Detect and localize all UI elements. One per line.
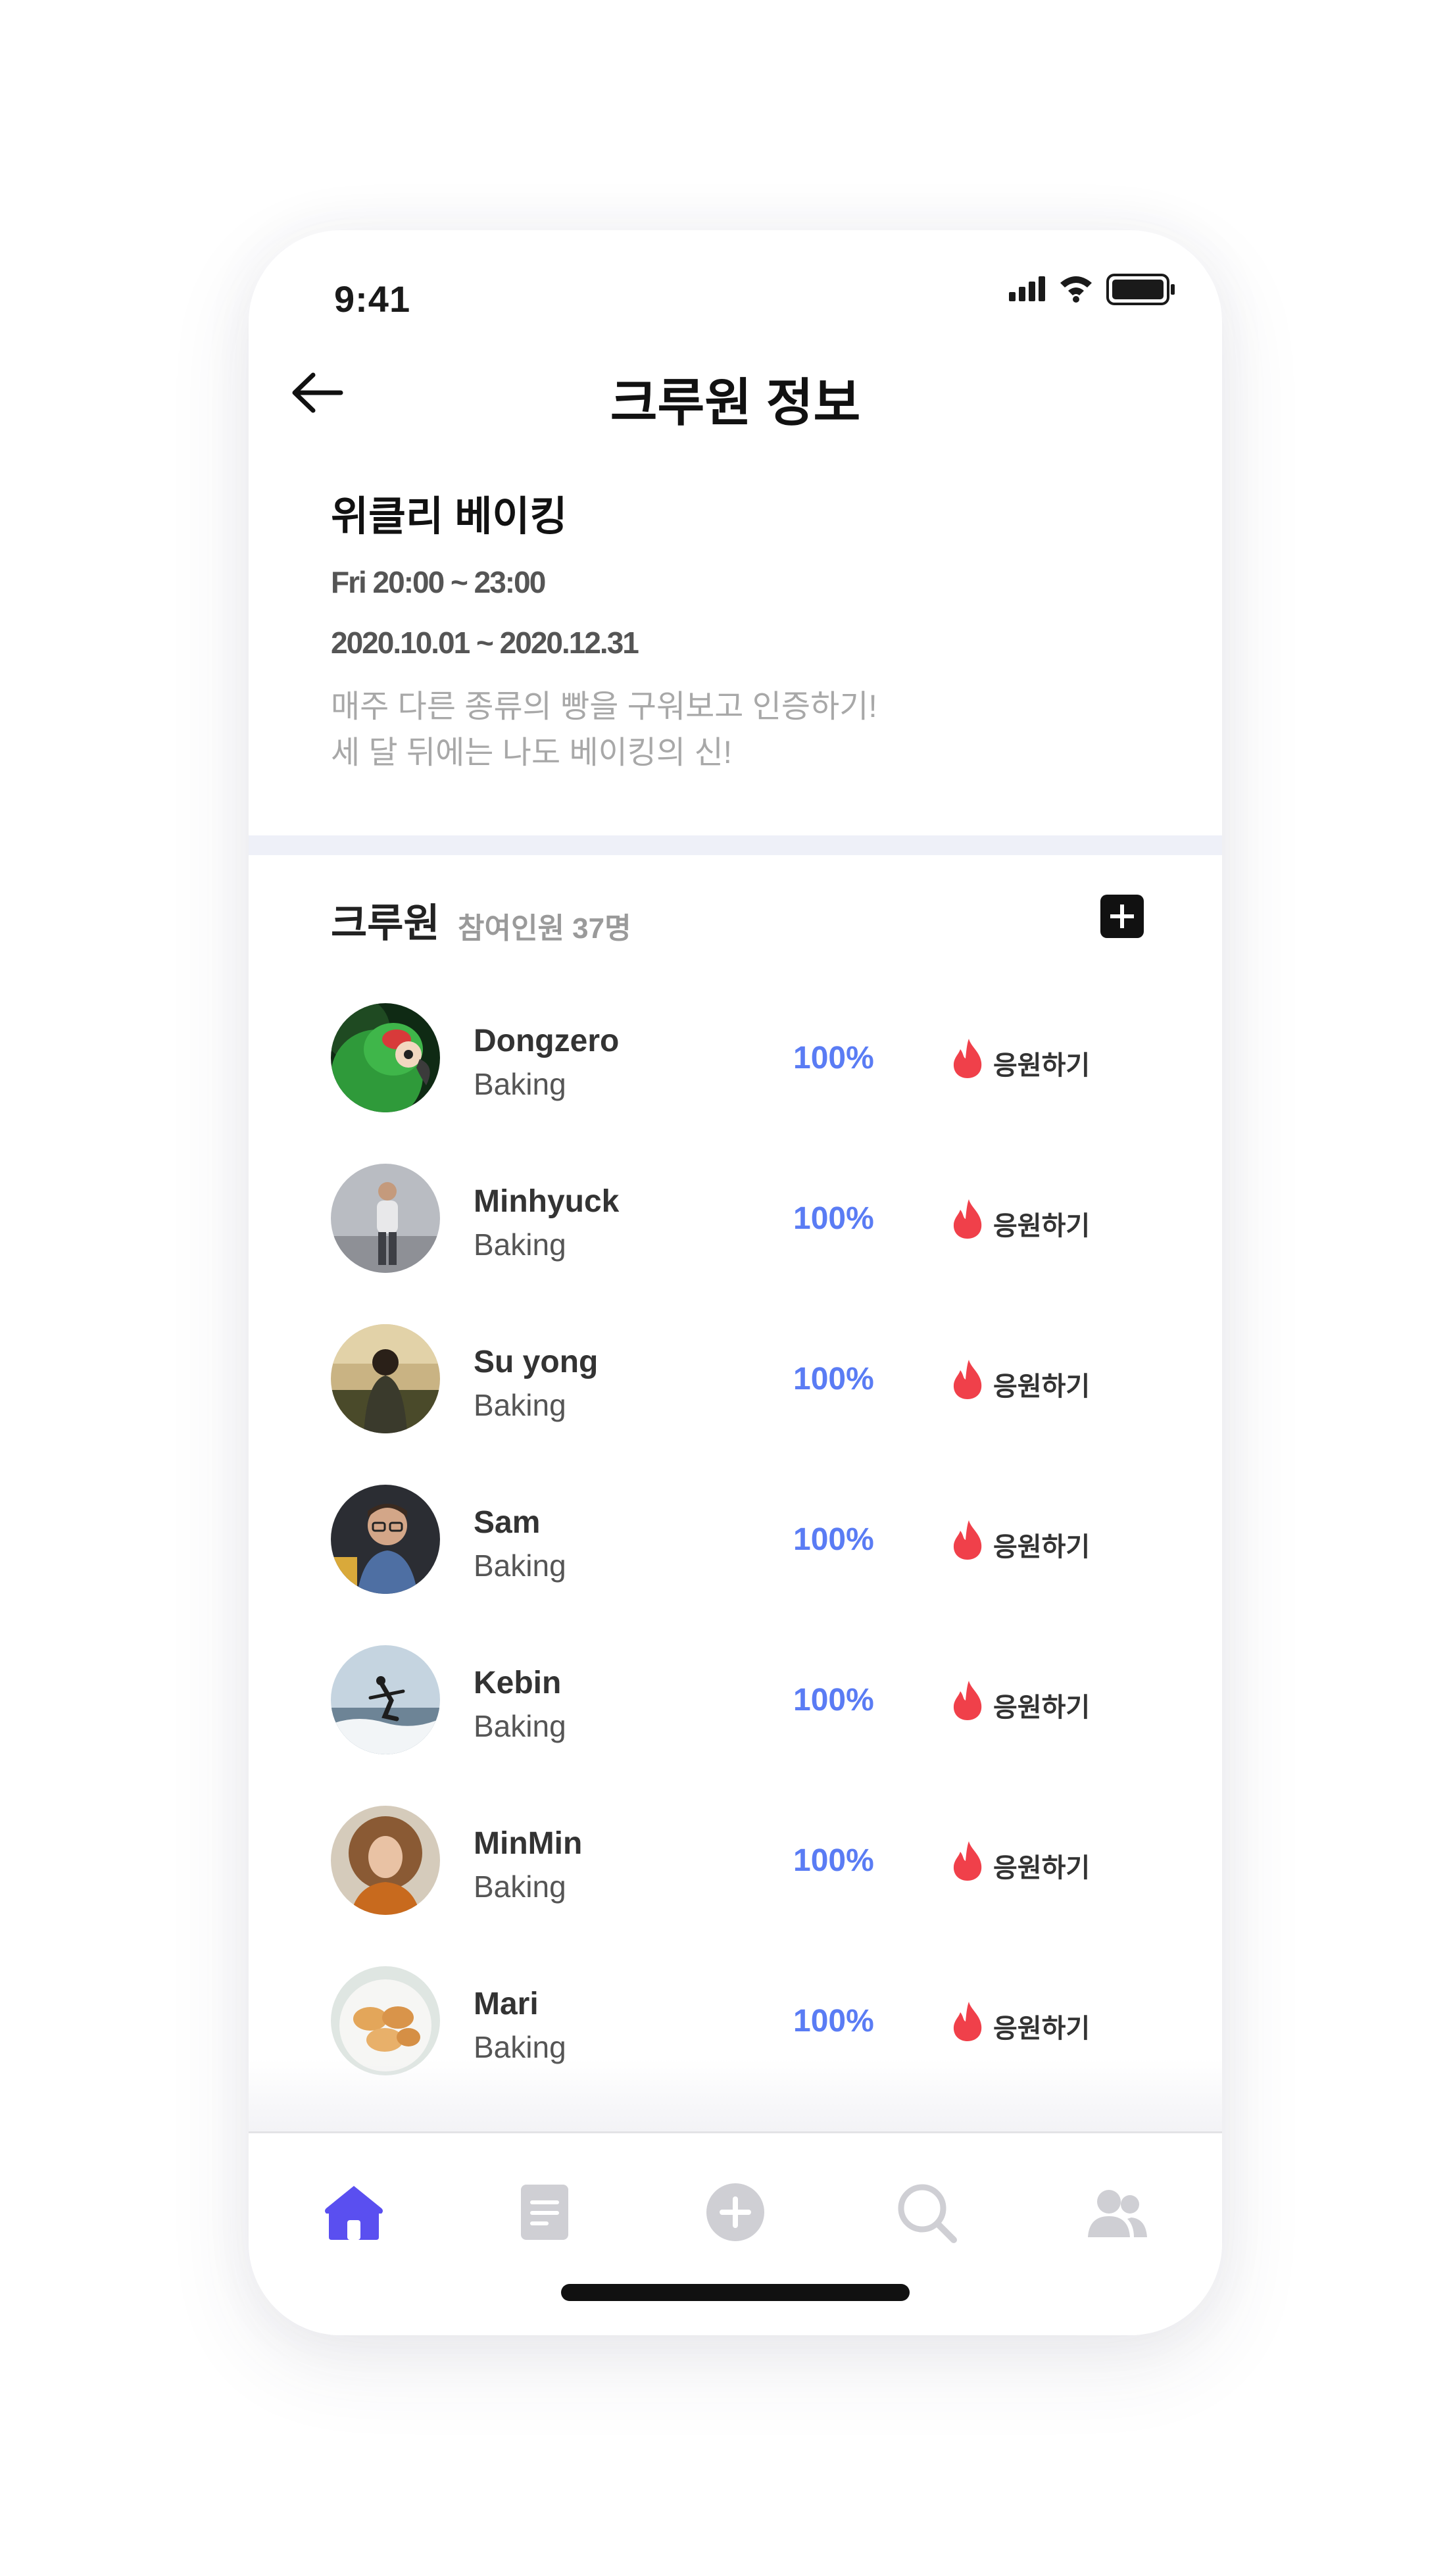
avatar [331,1485,440,1594]
member-group: Baking [474,1870,566,1904]
fire-icon [953,1199,982,1239]
member-progress: 100% [793,1041,874,1076]
cheer-button[interactable]: 응원하기 [951,1998,1116,2050]
member-group: Baking [474,1709,566,1743]
search-icon [898,2184,957,2243]
member-progress: 100% [793,1522,874,1557]
member-name: Dongzero [474,1024,620,1058]
member-group: Baking [474,1067,566,1101]
members-title: 크루원 [331,901,440,945]
nav-document[interactable] [512,2179,577,2245]
member-row[interactable]: Dongzero Baking 100% 응원하기 [249,1003,1222,1115]
add-circle-icon [706,2183,764,2241]
cheer-label: 응원하기 [993,1533,1091,1562]
fire-icon [953,1039,982,1078]
fire-icon [953,2002,982,2041]
nav-search[interactable] [893,2179,959,2245]
fire-icon [953,1681,982,1720]
member-name: Minhyuck [474,1184,620,1219]
list-fade [249,2059,1222,2131]
crew-period: 2020.10.01 ~ 2020.12.31 [331,626,639,660]
member-row[interactable]: Sam Baking 100% 응원하기 [249,1485,1222,1597]
member-row[interactable]: MinMin Baking 100% 응원하기 [249,1806,1222,1918]
crew-description: 매주 다른 종류의 빵을 구워보고 인증하기! 세 달 뒤에는 나도 베이킹의 … [331,684,877,776]
member-name: Sam [474,1505,541,1540]
cheer-label: 응원하기 [993,1693,1091,1722]
avatar [331,1164,440,1273]
cheer-button[interactable]: 응원하기 [951,1837,1116,1890]
cheer-button[interactable]: 응원하기 [951,1195,1116,1248]
member-progress: 100% [793,1683,874,1718]
cheer-label: 응원하기 [993,1854,1091,1883]
member-name: Kebin [474,1666,562,1700]
member-group: Baking [474,1548,566,1583]
page-title: 크루원 정보 [610,374,861,432]
member-progress: 100% [793,1362,874,1397]
avatar [331,1645,440,1754]
member-group: Baking [474,1388,566,1422]
member-progress: 100% [793,1201,874,1236]
cheer-label: 응원하기 [993,1212,1091,1241]
crew-description-line: 세 달 뒤에는 나도 베이킹의 신! [331,735,732,770]
avatar [331,1324,440,1433]
member-name: MinMin [474,1826,583,1861]
member-name: Su yong [474,1345,599,1379]
member-row[interactable]: Minhyuck Baking 100% 응원하기 [249,1164,1222,1276]
cheer-label: 응원하기 [993,1372,1091,1401]
signal-icon [1009,274,1175,305]
avatar [331,1003,440,1112]
cheer-button[interactable]: 응원하기 [951,1356,1116,1408]
avatar [331,1806,440,1915]
status-time: 9:41 [334,278,411,320]
nav-add[interactable] [702,2179,768,2245]
member-progress: 100% [793,2004,874,2039]
cheer-button[interactable]: 응원하기 [951,1516,1116,1569]
member-group: Baking [474,1227,566,1262]
crew-schedule: Fri 20:00 ~ 23:00 [331,565,546,599]
cheer-button[interactable]: 응원하기 [951,1677,1116,1729]
cheer-label: 응원하기 [993,2014,1091,2043]
add-member-button[interactable] [1100,895,1144,938]
member-name: Mari [474,1987,539,2021]
home-indicator[interactable] [561,2284,910,2301]
people-icon [1088,2190,1147,2237]
phone-frame: 9:41 크루원 정보 위클리 베이킹 Fri 20:00 ~ 23:00 20… [249,230,1222,2335]
fire-icon [953,1841,982,1881]
crew-name: 위클리 베이킹 [331,494,568,539]
nav-home[interactable] [321,2179,387,2245]
fire-icon [953,1520,982,1560]
member-row[interactable]: Kebin Baking 100% 응원하기 [249,1645,1222,1757]
cheer-label: 응원하기 [993,1051,1091,1080]
fire-icon [953,1360,982,1399]
bottom-nav [249,2131,1222,2335]
document-icon [521,2185,568,2240]
status-icons [1009,270,1180,309]
nav-people[interactable] [1084,2179,1150,2245]
home-icon [325,2186,383,2240]
crew-description-line: 매주 다른 종류의 빵을 구워보고 인증하기! [331,689,877,724]
member-row[interactable]: Su yong Baking 100% 응원하기 [249,1324,1222,1436]
members-count: 참여인원 37명 [458,912,631,945]
member-progress: 100% [793,1843,874,1878]
section-divider [249,835,1222,855]
cheer-button[interactable]: 응원하기 [951,1035,1116,1087]
